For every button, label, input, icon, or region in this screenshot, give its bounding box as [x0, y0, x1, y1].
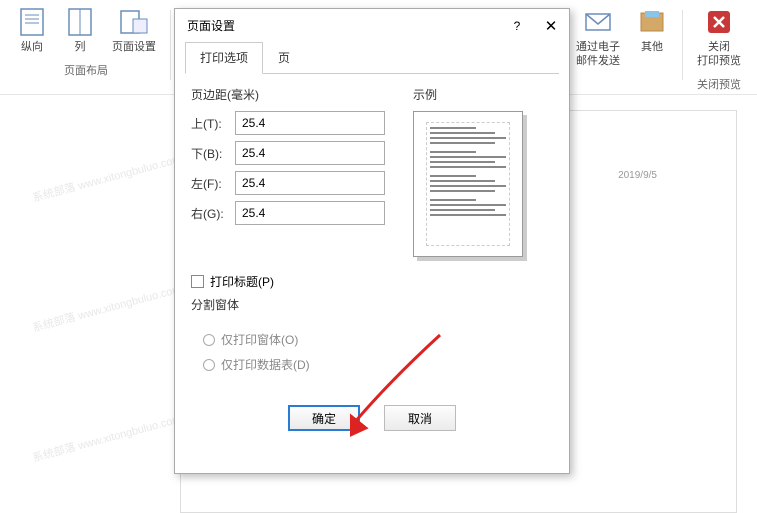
close-button[interactable]: ✕ [543, 18, 559, 34]
ribbon-group-close: 关闭 打印预览 关闭预览 [687, 4, 751, 92]
margin-bottom-label: 下(B): [191, 145, 235, 162]
close-group-title: 关闭预览 [697, 76, 741, 92]
page-portrait-icon [16, 6, 48, 38]
margin-left-input[interactable]: 25.4 [235, 171, 385, 195]
page-setup-dialog: 页面设置 ? ✕ 打印选项 页 页边距(毫米) 上(T): 25.4 下(B):… [174, 8, 570, 474]
columns-icon [64, 6, 96, 38]
layout-group-title: 页面布局 [64, 62, 108, 78]
divider [682, 10, 683, 80]
email-icon [582, 6, 614, 38]
radio-print-datasheet-only[interactable]: 仅打印数据表(D) [203, 352, 553, 377]
print-title-label: 打印标题(P) [210, 273, 274, 290]
email-label: 通过电子 邮件发送 [576, 40, 620, 68]
ok-button[interactable]: 确定 [288, 405, 360, 431]
close-preview-button[interactable]: 关闭 打印预览 [693, 4, 745, 70]
orientation-label: 纵向 [21, 40, 43, 54]
radio-form-label: 仅打印窗体(O) [221, 331, 298, 348]
dialog-tabs: 打印选项 页 [185, 42, 559, 74]
close-preview-label: 关闭 打印预览 [697, 40, 741, 68]
margin-left-label: 左(F): [191, 175, 235, 192]
radio-datasheet-label: 仅打印数据表(D) [221, 356, 310, 373]
ribbon-group-layout: 纵向 列 页面设置 页面布局 [6, 4, 166, 78]
margin-bottom-input[interactable]: 25.4 [235, 141, 385, 165]
other-button[interactable]: 其他 [632, 4, 672, 70]
help-button[interactable]: ? [509, 18, 525, 34]
ribbon-group-send: 通过电子 邮件发送 其他 [566, 4, 678, 70]
document-date: 2019/9/5 [618, 170, 657, 181]
cancel-button[interactable]: 取消 [384, 405, 456, 431]
radio-icon [203, 334, 215, 346]
other-icon [636, 6, 668, 38]
dialog-title: 页面设置 [187, 17, 235, 34]
page-preview [413, 111, 523, 257]
tab-page[interactable]: 页 [263, 42, 305, 73]
print-title-checkbox[interactable] [191, 275, 204, 288]
margin-right-label: 右(G): [191, 205, 235, 222]
page-setup-button[interactable]: 页面设置 [108, 4, 160, 56]
margin-top-label: 上(T): [191, 115, 235, 132]
radio-icon [203, 359, 215, 371]
margin-right-input[interactable]: 25.4 [235, 201, 385, 225]
tab-print-options[interactable]: 打印选项 [185, 42, 263, 74]
radio-print-form-only[interactable]: 仅打印窗体(O) [203, 327, 553, 352]
page-setup-icon [118, 6, 150, 38]
orientation-button[interactable]: 纵向 [12, 4, 52, 56]
columns-button[interactable]: 列 [60, 4, 100, 56]
print-title-row[interactable]: 打印标题(P) [175, 271, 569, 292]
divider [170, 10, 171, 80]
dialog-titlebar: 页面设置 ? ✕ [175, 9, 569, 42]
margin-top-input[interactable]: 25.4 [235, 111, 385, 135]
email-button[interactable]: 通过电子 邮件发送 [572, 4, 624, 70]
preview-title: 示例 [413, 86, 553, 103]
page-setup-label: 页面设置 [112, 40, 156, 54]
close-icon [703, 6, 735, 38]
columns-label: 列 [75, 40, 86, 54]
margins-title: 页边距(毫米) [191, 86, 397, 103]
other-label: 其他 [641, 40, 663, 54]
split-form-title: 分割窗体 [191, 296, 553, 313]
